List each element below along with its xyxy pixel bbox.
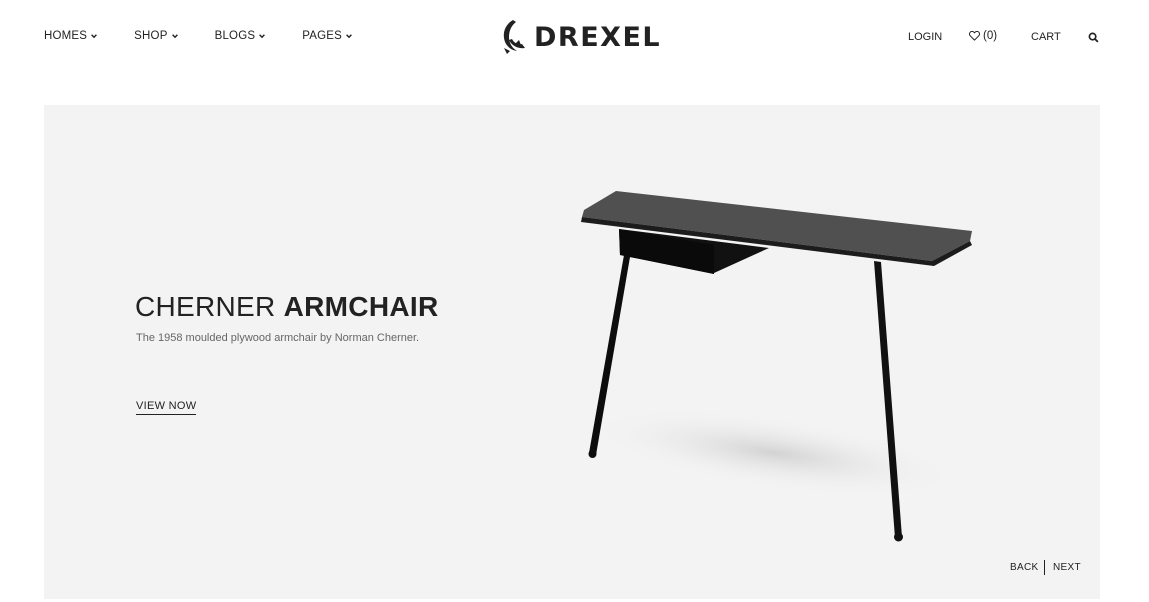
- wishlist-count: (0): [983, 30, 998, 42]
- chevron-down-icon: [171, 34, 178, 39]
- nav-item-pages[interactable]: PAGES: [302, 30, 353, 42]
- heart-icon: [969, 31, 980, 41]
- wishlist-link[interactable]: (0): [969, 30, 997, 42]
- hero-title-light: CHERNER: [135, 291, 284, 322]
- chevron-down-icon: [91, 34, 98, 39]
- hero-title-bold: ARMCHAIR: [283, 291, 439, 322]
- site-header: HOMES SHOP BLOGS PAGES DREXEL LOGIN (0): [0, 0, 1149, 80]
- chevron-down-icon: [346, 34, 352, 39]
- product-image-desk: [581, 191, 972, 542]
- search-icon[interactable]: [1088, 32, 1099, 43]
- hero-title: CHERNER ARMCHAIR: [135, 291, 438, 323]
- nav-item-label: BLOGS: [214, 30, 256, 42]
- nav-item-homes[interactable]: HOMES: [44, 30, 98, 42]
- logo-mark-icon: [503, 20, 525, 54]
- site-logo[interactable]: DREXEL: [500, 18, 661, 56]
- nav-item-label: PAGES: [302, 30, 342, 42]
- slider-back-button[interactable]: BACK: [1010, 562, 1038, 573]
- hero-subtitle: The 1958 moulded plywood armchair by Nor…: [136, 332, 420, 344]
- hero-slider: CHERNER ARMCHAIR The 1958 moulded plywoo…: [44, 105, 1100, 599]
- main-nav: HOMES SHOP BLOGS PAGES: [44, 30, 353, 42]
- nav-item-blogs[interactable]: BLOGS: [215, 30, 267, 42]
- nav-item-label: HOMES: [44, 30, 88, 42]
- logo-text: DREXEL: [534, 21, 662, 53]
- pager-divider: [1044, 560, 1045, 575]
- cart-link[interactable]: CART: [1031, 31, 1061, 43]
- chevron-down-icon: [259, 34, 266, 39]
- nav-item-label: SHOP: [134, 30, 168, 42]
- view-now-link[interactable]: VIEW NOW: [136, 400, 197, 415]
- nav-item-shop[interactable]: SHOP: [134, 30, 178, 42]
- slider-next-button[interactable]: NEXT: [1053, 562, 1081, 573]
- login-link[interactable]: LOGIN: [908, 31, 942, 43]
